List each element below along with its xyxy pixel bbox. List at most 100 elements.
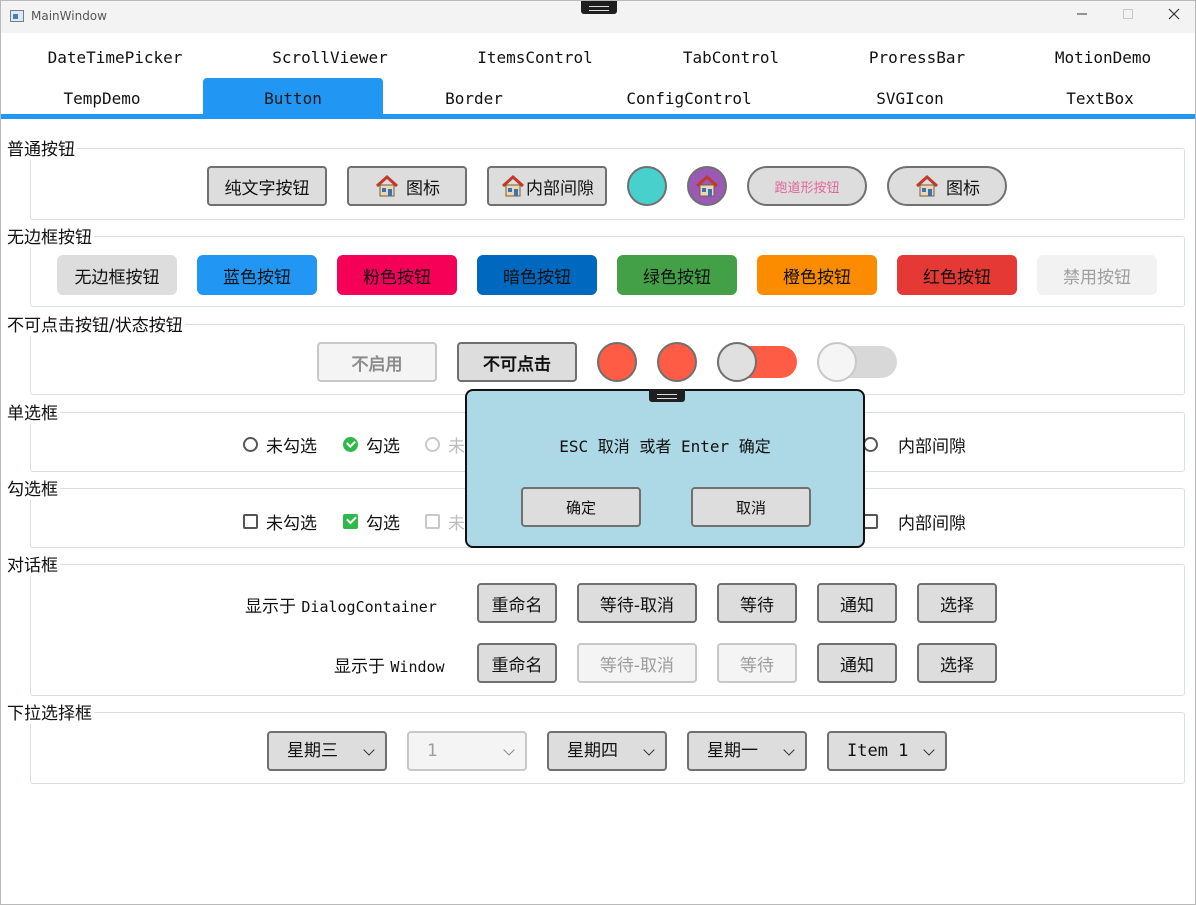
dc-wait-button[interactable]: 等待 — [717, 583, 797, 623]
round-icon-button[interactable] — [687, 166, 727, 206]
combo-weekday-1[interactable]: 星期三 — [267, 731, 387, 771]
dialog-cancel-button[interactable]: 取消 — [691, 487, 811, 527]
tab-scrollviewer[interactable]: ScrollViewer — [236, 40, 424, 76]
win-wait-button[interactable]: 等待 — [717, 643, 797, 683]
pink-button[interactable]: 粉色按钮 — [337, 255, 457, 295]
close-button[interactable] — [1151, 1, 1196, 33]
pill-icon-button[interactable]: 图标 — [887, 166, 1007, 206]
toggle-switch-off[interactable] — [817, 342, 897, 382]
dialog-message: ESC 取消 或者 Enter 确定 — [559, 437, 771, 456]
dc-rename-button[interactable]: 重命名 — [477, 583, 557, 623]
combo-number[interactable]: 1 — [407, 731, 527, 771]
combo-weekday-3[interactable]: 星期一 — [687, 731, 807, 771]
window-dialog-label: 显示于 Window — [334, 652, 445, 677]
chevron-down-icon — [503, 744, 515, 756]
group-title-normal: 普通按钮 — [5, 135, 77, 160]
house-icon — [501, 174, 525, 197]
dc-notify-button[interactable]: 通知 — [817, 583, 897, 623]
track-button[interactable]: 跑道形按钮 — [747, 166, 867, 206]
padding-button-label: 内部间隙 — [526, 178, 594, 199]
radio-disabled[interactable]: 未 — [425, 432, 465, 457]
disabled-button[interactable]: 不启用 — [317, 342, 437, 382]
win-choose-button[interactable]: 选择 — [917, 643, 997, 683]
status-button-1[interactable] — [597, 342, 637, 382]
tab-itemscontrol[interactable]: ItemsControl — [441, 40, 629, 76]
tab-strip: DateTimePicker ScrollViewer ItemsControl… — [1, 33, 1195, 119]
chevron-down-icon — [923, 744, 935, 756]
group-normal-buttons — [30, 148, 1185, 220]
drag-handle-icon[interactable] — [649, 389, 685, 402]
chevron-down-icon — [643, 744, 655, 756]
checkbox-icon — [243, 514, 258, 529]
round-color-button[interactable] — [627, 166, 667, 206]
combo-value: 星期一 — [707, 741, 758, 761]
tab-button[interactable]: Button — [203, 78, 383, 117]
close-icon — [1168, 8, 1180, 20]
tab-border[interactable]: Border — [380, 81, 568, 117]
radio-checked-icon — [343, 437, 358, 452]
dialog-ok-button[interactable]: 确定 — [521, 487, 641, 527]
orange-button[interactable]: 橙色按钮 — [757, 255, 877, 295]
chevron-down-icon — [783, 744, 795, 756]
group-title-combo: 下拉选择框 — [5, 699, 94, 724]
tab-textbox[interactable]: TextBox — [1006, 81, 1194, 117]
toggle-switch-on[interactable] — [717, 342, 797, 382]
green-button[interactable]: 绿色按钮 — [617, 255, 737, 295]
red-button[interactable]: 红色按钮 — [897, 255, 1017, 295]
radio-checked[interactable]: 勾选 — [343, 432, 400, 457]
blue-button[interactable]: 蓝色按钮 — [197, 255, 317, 295]
checkbox-icon — [863, 514, 878, 529]
tab-tabcontrol[interactable]: TabControl — [637, 40, 825, 76]
borderless-button[interactable]: 无边框按钮 — [57, 255, 177, 295]
tab-svgicon[interactable]: SVGIcon — [816, 81, 1004, 117]
combo-weekday-2[interactable]: 星期四 — [547, 731, 667, 771]
tab-tempdemo[interactable]: TempDemo — [8, 81, 196, 117]
drag-handle-icon[interactable] — [581, 1, 617, 14]
radio-label: 内部间隙 — [898, 437, 966, 457]
padding-button[interactable]: 内部间隙 — [487, 166, 607, 206]
status-button-2[interactable] — [657, 342, 697, 382]
house-icon — [375, 174, 399, 197]
checkbox-padding[interactable]: 内部间隙 — [863, 509, 966, 534]
label-prefix: 显示于 — [245, 597, 296, 617]
toggle-knob — [717, 342, 757, 382]
minimize-button[interactable] — [1059, 1, 1105, 33]
win-notify-button[interactable]: 通知 — [817, 643, 897, 683]
radio-label: 未勾选 — [266, 437, 317, 457]
tab-motiondemo[interactable]: MotionDemo — [1009, 40, 1196, 76]
minimize-icon — [1077, 13, 1087, 15]
combo-value: 星期四 — [567, 741, 618, 761]
tab-proressbar[interactable]: ProressBar — [823, 40, 1011, 76]
icon-button[interactable]: 图标 — [347, 166, 467, 206]
text-button[interactable]: 纯文字按钮 — [207, 166, 327, 206]
disabled-flat-button[interactable]: 禁用按钮 — [1037, 255, 1157, 295]
checkbox-unchecked[interactable]: 未勾选 — [243, 509, 317, 534]
radio-circle-icon — [243, 437, 258, 452]
radio-circle-icon — [425, 437, 440, 452]
win-rename-button[interactable]: 重命名 — [477, 643, 557, 683]
checkbox-disabled[interactable]: 未 — [425, 509, 465, 534]
label-target: Window — [390, 658, 445, 676]
dc-choose-button[interactable]: 选择 — [917, 583, 997, 623]
radio-unchecked[interactable]: 未勾选 — [243, 432, 317, 457]
group-title-state: 不可点击按钮/状态按钮 — [5, 311, 185, 336]
radio-padding[interactable]: 内部间隙 — [863, 432, 966, 457]
checkbox-checked[interactable]: 勾选 — [343, 509, 400, 534]
tab-datetimepicker[interactable]: DateTimePicker — [21, 40, 209, 76]
combo-value: 星期三 — [287, 741, 338, 761]
combo-value: 1 — [427, 741, 438, 761]
checkbox-label: 未勾选 — [266, 514, 317, 534]
win-wait-cancel-button[interactable]: 等待-取消 — [577, 643, 697, 683]
checkbox-checked-icon — [343, 514, 358, 529]
house-icon — [695, 174, 719, 197]
unclickable-button[interactable]: 不可点击 — [457, 342, 577, 382]
window-title: MainWindow — [31, 9, 107, 23]
confirm-dialog: ESC 取消 或者 Enter 确定 确定 取消 — [465, 389, 865, 548]
dc-wait-cancel-button[interactable]: 等待-取消 — [577, 583, 697, 623]
tab-configcontrol[interactable]: ConfigControl — [595, 81, 783, 117]
maximize-button[interactable] — [1105, 1, 1151, 33]
checkbox-label: 未 — [448, 514, 465, 534]
dark-button[interactable]: 暗色按钮 — [477, 255, 597, 295]
combo-items[interactable]: Item 1 — [827, 731, 947, 771]
tab-indicator — [1, 114, 1195, 119]
